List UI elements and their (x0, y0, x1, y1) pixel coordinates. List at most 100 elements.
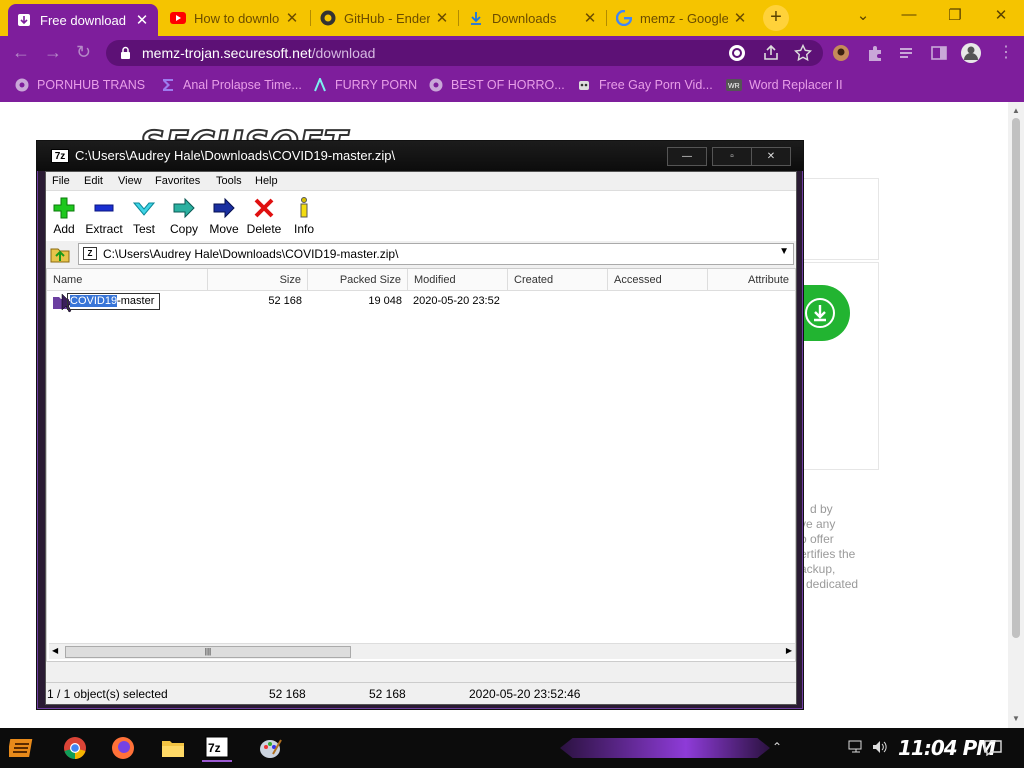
close-window-button[interactable]: ✕ (978, 6, 1024, 24)
cell-size: 52 168 (268, 295, 302, 307)
table-row[interactable]: COVID19-master 52 168 19 048 2020-05-20 … (47, 293, 795, 313)
lock-icon[interactable] (120, 46, 131, 65)
profile-avatar-icon[interactable] (960, 42, 982, 69)
tool-label: Info (293, 222, 314, 236)
path-row: Z C:\Users\Audrey Hale\Downloads\COVID19… (46, 242, 796, 266)
menu-favorites[interactable]: Favorites (155, 175, 200, 187)
start-icon[interactable] (8, 734, 38, 762)
tab-search-chevron-icon[interactable]: ⌄ (840, 6, 886, 24)
close-tab-icon[interactable]: ✕ (284, 9, 300, 27)
restore-button[interactable]: ❐ (932, 6, 978, 24)
filename-rest-text: -master (117, 295, 155, 307)
bookmark-item[interactable]: WR Word Replacer II (726, 77, 843, 93)
info-icon (284, 197, 324, 219)
close-tab-icon[interactable]: ✕ (732, 9, 748, 27)
status-bar: 1 / 1 object(s) selected 52 168 52 168 2… (46, 682, 796, 704)
window-titlebar[interactable]: 7z C:\Users\Audrey Hale\Downloads\COVID1… (37, 141, 803, 171)
tab-downloads[interactable]: Downloads ✕ (460, 4, 606, 32)
download-circle-icon[interactable] (805, 298, 835, 328)
dropdown-arrow-icon[interactable]: ▼ (779, 246, 789, 257)
svg-text:7z: 7z (208, 741, 221, 755)
google-lens-icon[interactable] (728, 44, 746, 67)
chevron-up-icon[interactable]: ⌃ (772, 740, 782, 754)
column-modified[interactable]: Modified (408, 269, 508, 291)
volume-icon[interactable] (872, 740, 888, 757)
tab-memz-google[interactable]: memz - Google ✕ (608, 4, 756, 32)
column-size[interactable]: Size (208, 269, 308, 291)
bookmark-item[interactable]: PORNHUB TRANS (14, 77, 145, 93)
column-created[interactable]: Created (508, 269, 608, 291)
tab-github[interactable]: GitHub - Ender ✕ (312, 4, 458, 32)
maximize-button[interactable]: ▫ (712, 147, 752, 166)
download-icon (16, 12, 32, 28)
close-button[interactable]: ✕ (751, 147, 791, 166)
taskbar-clock[interactable]: 11:04 PM (898, 736, 996, 760)
github-icon (320, 10, 336, 26)
extensions-puzzle-icon[interactable] (866, 44, 884, 67)
tool-label: Extract (85, 222, 123, 236)
reload-icon[interactable]: ↻ (76, 42, 91, 63)
reading-list-icon[interactable] (898, 44, 916, 67)
side-panel-icon[interactable] (930, 44, 948, 67)
move-arrow-icon (204, 197, 244, 219)
network-icon[interactable] (848, 740, 864, 757)
menu-view[interactable]: View (118, 175, 142, 187)
up-folder-icon[interactable] (49, 244, 71, 264)
close-tab-icon[interactable]: ✕ (582, 9, 598, 27)
scroll-up-icon[interactable]: ▲ (1012, 106, 1020, 115)
bookmark-star-icon[interactable] (793, 43, 813, 67)
page-scrollbar[interactable]: ▲ ▼ (1008, 102, 1024, 728)
new-tab-button[interactable]: + (763, 5, 789, 31)
close-tab-icon[interactable]: ✕ (434, 9, 450, 27)
column-attributes[interactable]: Attribute (708, 269, 795, 291)
delete-button[interactable]: Delete (244, 197, 284, 236)
extract-button[interactable]: Extract (84, 197, 124, 236)
scroll-down-icon[interactable]: ▼ (1012, 714, 1020, 723)
horizontal-scrollbar[interactable]: ◀ ||| ▶ (49, 643, 795, 659)
info-button[interactable]: Info (284, 197, 324, 236)
scrollbar-thumb[interactable]: ||| (65, 646, 351, 658)
add-button[interactable]: Add (44, 197, 84, 236)
bookmark-item[interactable]: Anal Prolapse Time... (160, 77, 302, 93)
copy-button[interactable]: Copy (164, 197, 204, 236)
close-tab-icon[interactable]: ✕ (134, 11, 150, 29)
tool-label: Add (53, 222, 75, 236)
share-icon[interactable] (762, 44, 780, 67)
paint-icon[interactable] (256, 734, 286, 762)
menu-edit[interactable]: Edit (84, 175, 103, 187)
extension-avatar-icon[interactable] (832, 44, 850, 67)
tab-how-to-download[interactable]: How to downlo ✕ (162, 4, 308, 32)
bookmark-item[interactable]: BEST OF HORRO... (428, 77, 565, 93)
menu-help[interactable]: Help (255, 175, 278, 187)
column-packed-size[interactable]: Packed Size (308, 269, 408, 291)
address-bar[interactable]: memz-trojan.securesoft.net/download (106, 40, 823, 66)
test-button[interactable]: Test (124, 197, 164, 236)
firefox-icon[interactable] (108, 734, 138, 762)
filename-rename-box[interactable]: COVID19-master (67, 293, 160, 310)
column-accessed[interactable]: Accessed (608, 269, 708, 291)
tool-label: Copy (169, 222, 198, 236)
path-combobox[interactable]: Z C:\Users\Audrey Hale\Downloads\COVID19… (78, 243, 794, 265)
scrollbar-thumb[interactable] (1012, 118, 1020, 638)
chrome-icon[interactable] (60, 734, 90, 762)
7zip-icon[interactable]: 7z (202, 734, 232, 762)
column-name[interactable]: Name (47, 269, 208, 291)
menu-file[interactable]: File (52, 175, 70, 187)
bookmark-item[interactable]: FURRY PORN (312, 77, 417, 93)
forward-arrow-icon[interactable]: → (44, 42, 62, 63)
back-arrow-icon[interactable]: ← (12, 42, 30, 63)
file-list[interactable]: Name Size Packed Size Modified Created A… (46, 268, 796, 662)
globe-icon (428, 77, 444, 93)
minimize-button[interactable]: — (886, 6, 932, 23)
bookmark-item[interactable]: Free Gay Porn Vid... (576, 77, 713, 93)
more-menu-icon[interactable]: ⋮ (998, 42, 1014, 62)
file-explorer-icon[interactable] (158, 734, 188, 762)
scroll-right-icon[interactable]: ▶ (786, 646, 792, 655)
menu-tools[interactable]: Tools (216, 175, 242, 187)
notification-icon[interactable] (984, 740, 1002, 759)
minimize-button[interactable]: — (667, 147, 707, 166)
tab-free-download[interactable]: Free download ✕ (8, 4, 158, 36)
tab-title: memz - Google (640, 10, 728, 26)
scroll-left-icon[interactable]: ◀ (52, 646, 58, 655)
move-button[interactable]: Move (204, 197, 244, 236)
